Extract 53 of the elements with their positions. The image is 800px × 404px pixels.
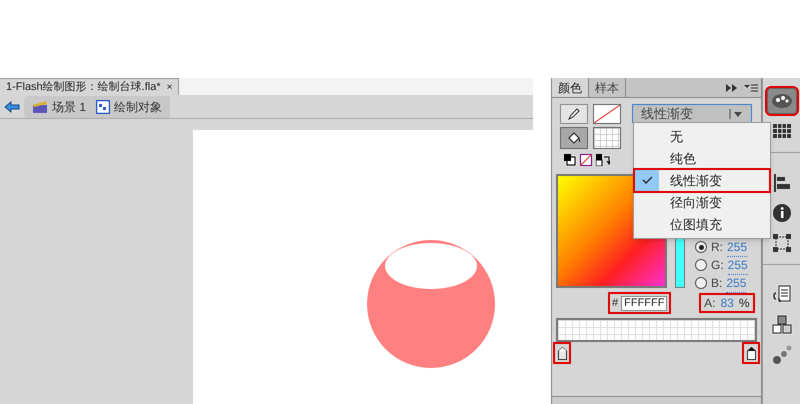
palette-button[interactable]: [766, 88, 796, 114]
fill-swatch[interactable]: [593, 127, 621, 149]
fill-color-button[interactable]: [560, 127, 588, 149]
collapse-icon[interactable]: [726, 84, 738, 92]
panel-menu-icon[interactable]: [744, 84, 758, 92]
info-icon: [772, 204, 790, 222]
clapperboard-icon: [32, 100, 48, 114]
menu-item[interactable]: 纯色: [635, 148, 769, 169]
document-title: 1-Flash绘制图形：绘制台球.fla*: [6, 80, 161, 95]
gradient-bar[interactable]: [556, 318, 757, 342]
stroke-color-button[interactable]: [560, 104, 588, 124]
menu-item[interactable]: 位图填充: [635, 214, 769, 235]
alpha-label: A:: [704, 295, 716, 312]
menu-item[interactable]: 径向渐变: [635, 192, 769, 213]
caret-icon: [729, 108, 743, 118]
document-tab[interactable]: 1-Flash绘制图形：绘制台球.fla* ×: [0, 78, 180, 95]
stop-marker-icon: [558, 346, 566, 360]
paint-bucket-icon: [567, 131, 581, 145]
palette-icon: [770, 93, 792, 109]
no-color-icon: [580, 154, 592, 166]
breadcrumb-link[interactable]: 场景 1: [52, 98, 86, 116]
radio-button[interactable]: [695, 277, 707, 289]
code-icon: [772, 285, 792, 305]
stop-marker-icon: [746, 346, 756, 360]
gradient-stop[interactable]: [744, 344, 758, 362]
object-icon: [96, 100, 110, 114]
hash-label: #: [612, 296, 618, 311]
channel-label: G:: [711, 257, 724, 274]
hex-field[interactable]: FFFFFF: [621, 296, 668, 310]
breadcrumb-link[interactable]: 绘制对象: [114, 98, 162, 116]
dots-icon: [772, 345, 792, 365]
gradient-stop[interactable]: [555, 344, 569, 362]
pencil-icon: [568, 108, 580, 120]
fill-type-dropdown[interactable]: 线性渐变: [632, 104, 752, 123]
menu-item[interactable]: 线性渐变: [635, 170, 769, 191]
close-tab-button[interactable]: ×: [166, 80, 172, 94]
scrollbar[interactable]: [552, 396, 761, 404]
menu-item[interactable]: 无: [635, 126, 769, 147]
radio-button[interactable]: [695, 259, 707, 271]
checkmark-icon: [642, 176, 652, 185]
swap-colors-icon: [596, 154, 610, 166]
transform-icon: [772, 234, 790, 252]
percent-label: %: [738, 295, 750, 312]
default-colors-icon: [564, 154, 576, 166]
radio-button[interactable]: [695, 241, 707, 253]
swatches-icon: [772, 124, 790, 138]
back-arrow-icon[interactable]: [4, 100, 20, 112]
cubes-icon: [772, 315, 792, 335]
stroke-swatch[interactable]: [593, 104, 621, 124]
align-icon: [774, 174, 790, 192]
channel-label: B:: [711, 275, 722, 292]
panel-tab[interactable]: 颜色: [552, 78, 589, 97]
channel-label: R:: [711, 239, 723, 256]
